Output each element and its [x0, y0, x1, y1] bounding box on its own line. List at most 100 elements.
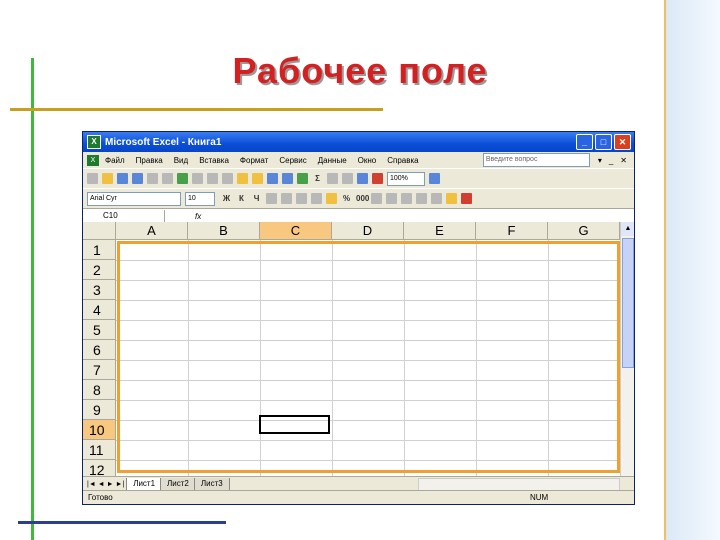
- worksheet-grid[interactable]: A B C D E F G 1 2 3 4 5 6 7 8 9 10 11 12: [83, 222, 620, 480]
- row-header-1[interactable]: 1: [83, 240, 116, 260]
- open-icon[interactable]: [102, 173, 113, 184]
- menu-data[interactable]: Данные: [318, 156, 347, 165]
- copy-icon[interactable]: [222, 173, 233, 184]
- menu-tools[interactable]: Сервис: [279, 156, 306, 165]
- select-all-corner[interactable]: [83, 222, 116, 240]
- column-header-b[interactable]: B: [188, 222, 260, 240]
- font-size-select[interactable]: 10: [185, 191, 215, 206]
- drawing-icon[interactable]: [372, 173, 383, 184]
- sort-ascending-icon[interactable]: [327, 173, 338, 184]
- row-header-10[interactable]: 10: [83, 420, 116, 440]
- tab-sheet3[interactable]: Лист3: [193, 477, 230, 491]
- decrease-decimal-icon[interactable]: [386, 193, 397, 204]
- menu-format[interactable]: Формат: [240, 156, 268, 165]
- column-header-d[interactable]: D: [332, 222, 404, 240]
- tab-navigation[interactable]: |◄ ◄ ► ►|: [87, 481, 124, 488]
- zoom-select[interactable]: 100%: [387, 171, 425, 186]
- tab-sheet1[interactable]: Лист1: [126, 477, 163, 491]
- font-select[interactable]: Arial Cyr: [87, 191, 181, 206]
- menu-view[interactable]: Вид: [174, 156, 188, 165]
- help-question-input[interactable]: Введите вопрос: [482, 153, 590, 167]
- row-header-9[interactable]: 9: [83, 400, 116, 420]
- currency-icon[interactable]: [326, 193, 337, 204]
- window-titlebar[interactable]: X Microsoft Excel - Книга1 _ □ ✕: [83, 132, 634, 152]
- permission-icon[interactable]: [132, 173, 143, 184]
- vertical-scrollbar[interactable]: ▲: [620, 222, 634, 476]
- hyperlink-icon[interactable]: [297, 173, 308, 184]
- insert-function-icon[interactable]: fx: [195, 212, 201, 221]
- align-center-icon[interactable]: [281, 193, 292, 204]
- help-icon[interactable]: [429, 173, 440, 184]
- row-header-6[interactable]: 6: [83, 340, 116, 360]
- paste-icon[interactable]: [237, 173, 248, 184]
- name-box[interactable]: C10: [83, 210, 165, 222]
- window-title: Microsoft Excel - Книга1: [105, 136, 222, 148]
- align-left-icon[interactable]: [266, 193, 277, 204]
- slide-blue-rule: [18, 521, 226, 524]
- standard-toolbar: Σ 100%: [83, 168, 634, 188]
- maximize-button[interactable]: □: [595, 134, 612, 150]
- scroll-up-icon[interactable]: ▲: [621, 222, 634, 236]
- percent-button[interactable]: %: [341, 193, 352, 204]
- borders-icon[interactable]: [431, 193, 442, 204]
- doc-close-button[interactable]: ✕: [620, 156, 627, 165]
- status-bar: Готово NUM: [83, 490, 634, 504]
- column-header-a[interactable]: A: [116, 222, 188, 240]
- column-header-f[interactable]: F: [476, 222, 548, 240]
- row-header-5[interactable]: 5: [83, 320, 116, 340]
- format-painter-icon[interactable]: [252, 173, 263, 184]
- menu-window[interactable]: Окно: [358, 156, 377, 165]
- column-header-c[interactable]: C: [260, 222, 332, 240]
- fill-color-icon[interactable]: [446, 193, 457, 204]
- menu-file[interactable]: Файл: [105, 156, 125, 165]
- bold-button[interactable]: Ж: [221, 193, 232, 204]
- italic-button[interactable]: К: [236, 193, 247, 204]
- spelling-icon[interactable]: [177, 173, 188, 184]
- row-header-2[interactable]: 2: [83, 260, 116, 280]
- formatting-toolbar: Arial Cyr 10 Ж К Ч % 000: [83, 188, 634, 208]
- doc-minimize-button[interactable]: _: [609, 156, 613, 165]
- row-header-11[interactable]: 11: [83, 440, 116, 460]
- print-icon[interactable]: [147, 173, 158, 184]
- minimize-button[interactable]: _: [576, 134, 593, 150]
- close-button[interactable]: ✕: [614, 134, 631, 150]
- thousands-button[interactable]: 000: [356, 193, 369, 204]
- excel-window: X Microsoft Excel - Книга1 _ □ ✕ X Файл …: [82, 131, 635, 505]
- research-icon[interactable]: [192, 173, 203, 184]
- font-color-icon[interactable]: [461, 193, 472, 204]
- increase-decimal-icon[interactable]: [371, 193, 382, 204]
- redo-icon[interactable]: [282, 173, 293, 184]
- sort-descending-icon[interactable]: [342, 173, 353, 184]
- decrease-indent-icon[interactable]: [401, 193, 412, 204]
- excel-icon[interactable]: X: [87, 135, 101, 149]
- save-icon[interactable]: [117, 173, 128, 184]
- undo-icon[interactable]: [267, 173, 278, 184]
- column-header-e[interactable]: E: [404, 222, 476, 240]
- merge-center-icon[interactable]: [311, 193, 322, 204]
- work-area-highlight: [117, 241, 620, 473]
- row-header-4[interactable]: 4: [83, 300, 116, 320]
- slide-gold-rule: [10, 108, 383, 111]
- chart-wizard-icon[interactable]: [357, 173, 368, 184]
- workbook-icon[interactable]: X: [87, 154, 99, 166]
- row-header-8[interactable]: 8: [83, 380, 116, 400]
- increase-indent-icon[interactable]: [416, 193, 427, 204]
- menu-help[interactable]: Справка: [387, 156, 418, 165]
- sheet-tab-bar: |◄ ◄ ► ►| Лист1 Лист2 Лист3: [83, 476, 634, 491]
- row-header-3[interactable]: 3: [83, 280, 116, 300]
- print-preview-icon[interactable]: [162, 173, 173, 184]
- column-header-g[interactable]: G: [548, 222, 620, 240]
- doc-dropdown-button[interactable]: ▾: [598, 156, 602, 165]
- horizontal-scrollbar[interactable]: [418, 477, 620, 491]
- cut-icon[interactable]: [207, 173, 218, 184]
- scroll-thumb[interactable]: [622, 238, 634, 368]
- row-header-7[interactable]: 7: [83, 360, 116, 380]
- new-icon[interactable]: [87, 173, 98, 184]
- active-cell[interactable]: [259, 415, 330, 434]
- autosum-icon[interactable]: Σ: [312, 173, 323, 184]
- tab-sheet2[interactable]: Лист2: [160, 477, 196, 491]
- menu-edit[interactable]: Правка: [136, 156, 163, 165]
- underline-button[interactable]: Ч: [251, 193, 262, 204]
- menu-insert[interactable]: Вставка: [199, 156, 229, 165]
- align-right-icon[interactable]: [296, 193, 307, 204]
